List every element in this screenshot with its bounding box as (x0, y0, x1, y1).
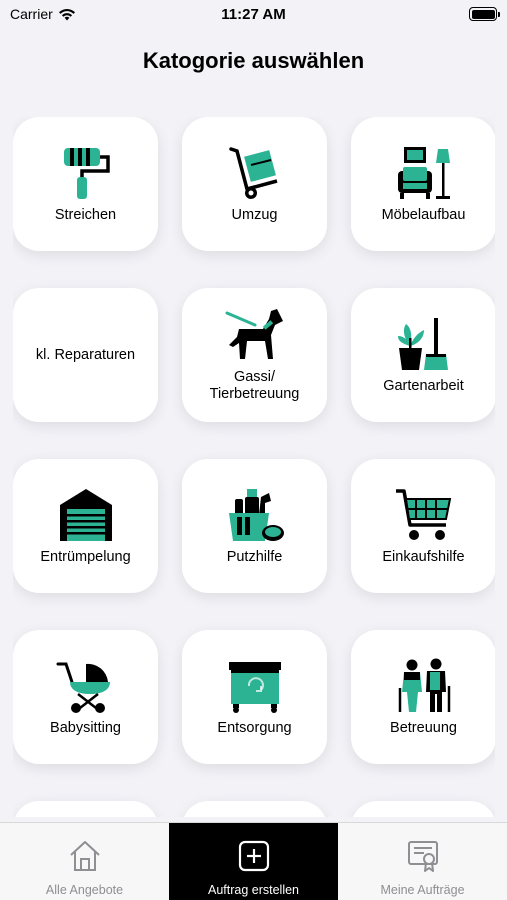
tab-auftrag-erstellen[interactable]: Auftrag erstellen (169, 823, 338, 900)
status-bar: Carrier 11:27 AM (0, 0, 507, 30)
tab-meine-auftraege[interactable]: Meine Aufträge (338, 823, 507, 900)
category-label: Umzug (231, 206, 278, 223)
cleaning-bucket-icon (228, 488, 284, 541)
status-time: 11:27 AM (221, 6, 286, 23)
category-label: Babysitting (50, 719, 121, 736)
paint-roller-icon (63, 147, 110, 199)
category-label: Putzhilfe (226, 548, 283, 565)
category-label: Einkaufshilfe (382, 548, 465, 565)
category-tile-reparaturen[interactable]: kl. Reparaturen (13, 288, 158, 422)
category-label: Entrümpelung (40, 548, 131, 565)
category-tile-entsorgung[interactable]: Entsorgung (182, 630, 327, 764)
category-tile-betreuung[interactable]: Betreuung (351, 630, 495, 764)
plus-square-icon (238, 840, 269, 872)
category-tile-partial[interactable] (13, 801, 158, 817)
category-tile-entruempelung[interactable]: Entrümpelung (13, 459, 158, 593)
category-label: Betreuung (390, 719, 457, 736)
tab-bar: Alle Angebote Auftrag erstellen Meine Au… (0, 822, 507, 900)
category-tile-gartenarbeit[interactable]: Gartenarbeit (351, 288, 495, 422)
category-grid: Streichen Umzug Möbelaufbau kl. Reparatu… (13, 117, 495, 817)
shopping-cart-icon (395, 488, 451, 540)
tab-label: Meine Aufträge (380, 883, 465, 897)
house-icon (69, 841, 100, 871)
certificate-icon (407, 841, 438, 872)
elderly-couple-icon (398, 658, 450, 712)
category-label: Streichen (54, 206, 117, 223)
category-tile-babysitting[interactable]: Babysitting (13, 630, 158, 764)
baby-stroller-icon (56, 662, 110, 713)
hand-truck-icon (228, 146, 277, 199)
furniture-icon (397, 146, 450, 199)
category-label: Entsorgung (217, 719, 292, 736)
garage-icon (59, 488, 112, 541)
category-label: Gartenarbeit (383, 377, 464, 394)
tab-label: Alle Angebote (45, 883, 124, 897)
page-title: Katogorie auswählen (142, 48, 365, 73)
tab-label: Auftrag erstellen (207, 883, 300, 897)
category-label: Gassi/ Tierbetreuung (209, 369, 300, 402)
category-label: kl. Reparaturen (35, 346, 136, 363)
category-tile-partial[interactable] (351, 801, 495, 817)
tab-alle-angebote[interactable]: Alle Angebote (0, 823, 169, 900)
category-tile-streichen[interactable]: Streichen (13, 117, 158, 251)
category-tile-moebelaufbau[interactable]: Möbelaufbau (351, 117, 495, 251)
category-tile-partial[interactable] (182, 801, 327, 817)
category-tile-putzhilfe[interactable]: Putzhilfe (182, 459, 327, 593)
dog-leash-icon (225, 309, 283, 359)
battery-icon (469, 7, 500, 21)
category-tile-einkaufshilfe[interactable]: Einkaufshilfe (351, 459, 495, 593)
recycling-bin-icon (228, 661, 281, 713)
category-tile-umzug[interactable]: Umzug (182, 117, 327, 251)
gardening-icon (397, 317, 448, 370)
category-label: Möbelaufbau (381, 206, 466, 223)
category-tile-gassi[interactable]: Gassi/ Tierbetreuung (182, 288, 327, 422)
